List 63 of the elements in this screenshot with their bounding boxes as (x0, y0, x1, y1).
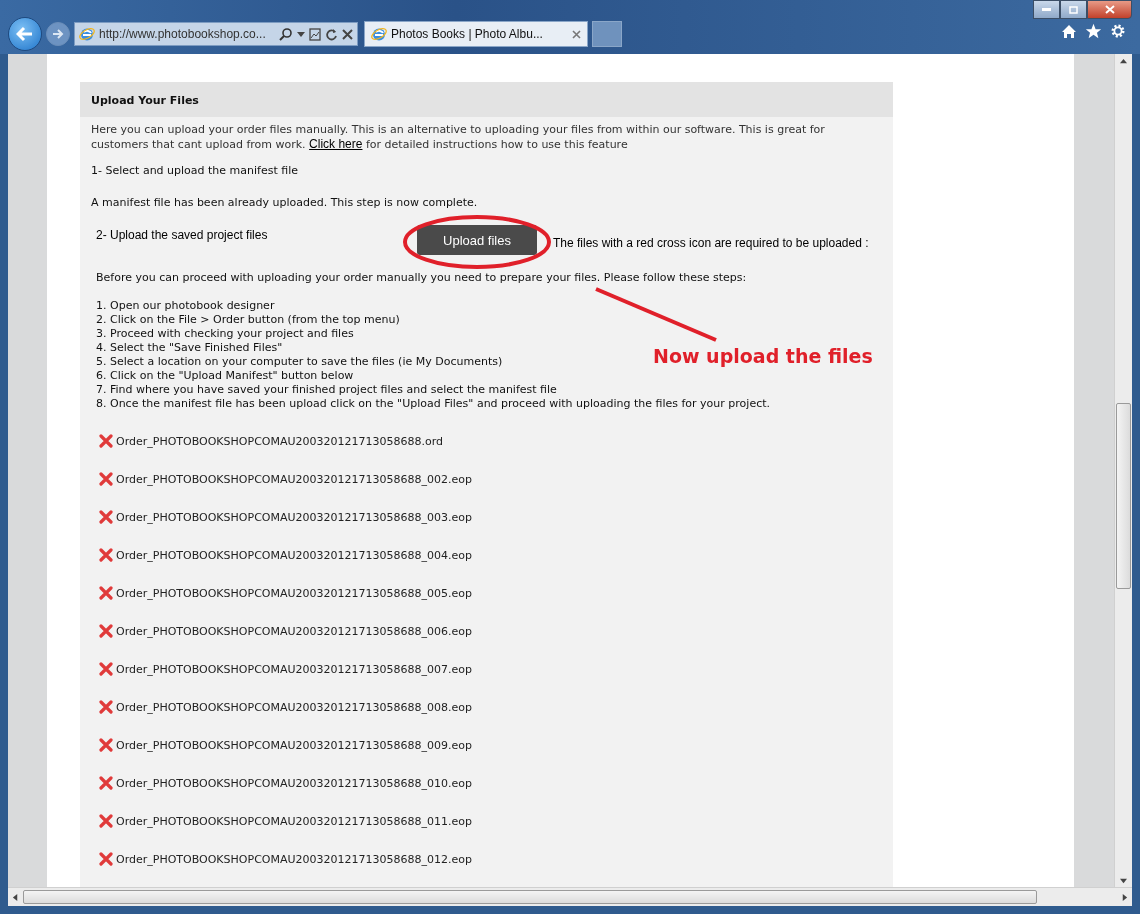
star-icon[interactable] (1085, 23, 1102, 39)
step-title: 2- Upload the saved project files (96, 228, 269, 242)
back-button[interactable] (8, 17, 42, 51)
arrow-left-icon (16, 26, 34, 42)
file-name: Order_PHOTOBOOKSHOPCOMAU200320121713058688_011.eop (116, 814, 472, 828)
file-name: Order_PHOTOBOOKSHOPCOMAU200320121713058688_003.eop (116, 510, 472, 524)
close-icon (1104, 5, 1115, 14)
instruction-step: 1. Open our photobook designer (96, 299, 275, 313)
intro-paragraph: Here you can upload your order files manually. This is an alternative to uploading your files from within our software. This is great for customers that cant upload from work. Click here for detailed instructions how to use this feature (91, 123, 826, 152)
search-icon[interactable] (279, 27, 293, 41)
step-status: A manifest file has been already uploaded. This step is now complete. (91, 196, 479, 210)
maximize-icon (1069, 5, 1078, 14)
arrow-up-icon[interactable] (1120, 57, 1127, 65)
arrow-right-icon[interactable] (1121, 893, 1128, 901)
address-bar[interactable]: http://www.photobookshop.co... (74, 22, 358, 46)
arrow-down-icon[interactable] (1120, 876, 1127, 884)
close-button[interactable] (1087, 0, 1132, 19)
file-name: Order_PHOTOBOOKSHOPCOMAU200320121713058688_007.eop (116, 662, 472, 676)
tab-title: Photos Books | Photo Albu... (391, 27, 544, 41)
arrow-right-icon (52, 29, 64, 39)
scrollbar-thumb[interactable] (1116, 403, 1131, 589)
address-text: http://www.photobookshop.co... (99, 27, 267, 41)
instruction-step: 7. Find where you have saved your finished project files and select the manifest file (96, 383, 557, 397)
browser-logo-icon (371, 26, 387, 42)
panel-title: Upload Your Files (80, 82, 893, 117)
minimize-icon (1042, 8, 1051, 11)
file-name: Order_PHOTOBOOKSHOPCOMAU200320121713058688_006.eop (116, 624, 472, 638)
upload-files-button[interactable]: Upload files (417, 225, 537, 255)
arrow-left-icon[interactable] (12, 893, 19, 901)
instruction-step: 4. Select the "Save Finished Files" (96, 341, 283, 355)
file-name: Order_PHOTOBOOKSHOPCOMAU200320121713058688_010.eop (116, 776, 472, 790)
instructions-text: Before you can proceed with uploading your order manually you need to prepare your files. Please follow these steps: (96, 271, 748, 285)
file-name: Order_PHOTOBOOKSHOPCOMAU200320121713058688_008.eop (116, 700, 472, 714)
instruction-step: 6. Click on the "Upload Manifest" button below (96, 369, 354, 383)
horizontal-scrollbar[interactable] (8, 887, 1132, 906)
scrollbar-thumb[interactable] (23, 890, 1037, 904)
instruction-step: 8. Once the manifest file has been upload click on the "Upload Files" and proceed with uploading the files for your project. (96, 397, 770, 411)
instruction-step: 2. Click on the File > Order button (from the top menu) (96, 313, 400, 327)
instruction-step: 3. Proceed with checking your project and files (96, 327, 354, 341)
annotation-text: Now upload the files (653, 345, 873, 367)
close-icon[interactable] (572, 29, 581, 39)
home-icon[interactable] (1061, 23, 1077, 39)
vertical-scrollbar[interactable] (1114, 54, 1132, 887)
upload-note: The files with a red cross icon are required to be uploaded : (553, 236, 869, 250)
settings-icon[interactable] (1110, 23, 1126, 39)
file-name: Order_PHOTOBOOKSHOPCOMAU200320121713058688_002.eop (116, 472, 472, 486)
file-name: Order_PHOTOBOOKSHOPCOMAU200320121713058688.ord (116, 434, 444, 448)
minimize-button[interactable] (1033, 0, 1060, 19)
browser-tab[interactable]: Photos Books | Photo Albu... (364, 21, 588, 47)
instruction-step: 5. Select a location on your computer to save the files (ie My Documents) (96, 355, 503, 369)
instructions-link[interactable]: Click here (309, 137, 363, 151)
file-name: Order_PHOTOBOOKSHOPCOMAU200320121713058688_009.eop (116, 738, 472, 752)
browser-logo-icon (79, 26, 95, 42)
file-name: Order_PHOTOBOOKSHOPCOMAU200320121713058688_005.eop (116, 586, 472, 600)
compatibility-icon[interactable] (309, 27, 321, 41)
refresh-icon[interactable] (325, 27, 338, 41)
forward-button[interactable] (46, 22, 70, 46)
maximize-button[interactable] (1060, 0, 1087, 19)
file-name: Order_PHOTOBOOKSHOPCOMAU200320121713058688_004.eop (116, 548, 472, 562)
file-name: Order_PHOTOBOOKSHOPCOMAU200320121713058688_012.eop (116, 852, 472, 866)
stop-icon[interactable] (342, 28, 353, 40)
step-title: 1- Select and upload the manifest file (91, 164, 299, 178)
dropdown-caret-icon[interactable] (297, 31, 305, 37)
